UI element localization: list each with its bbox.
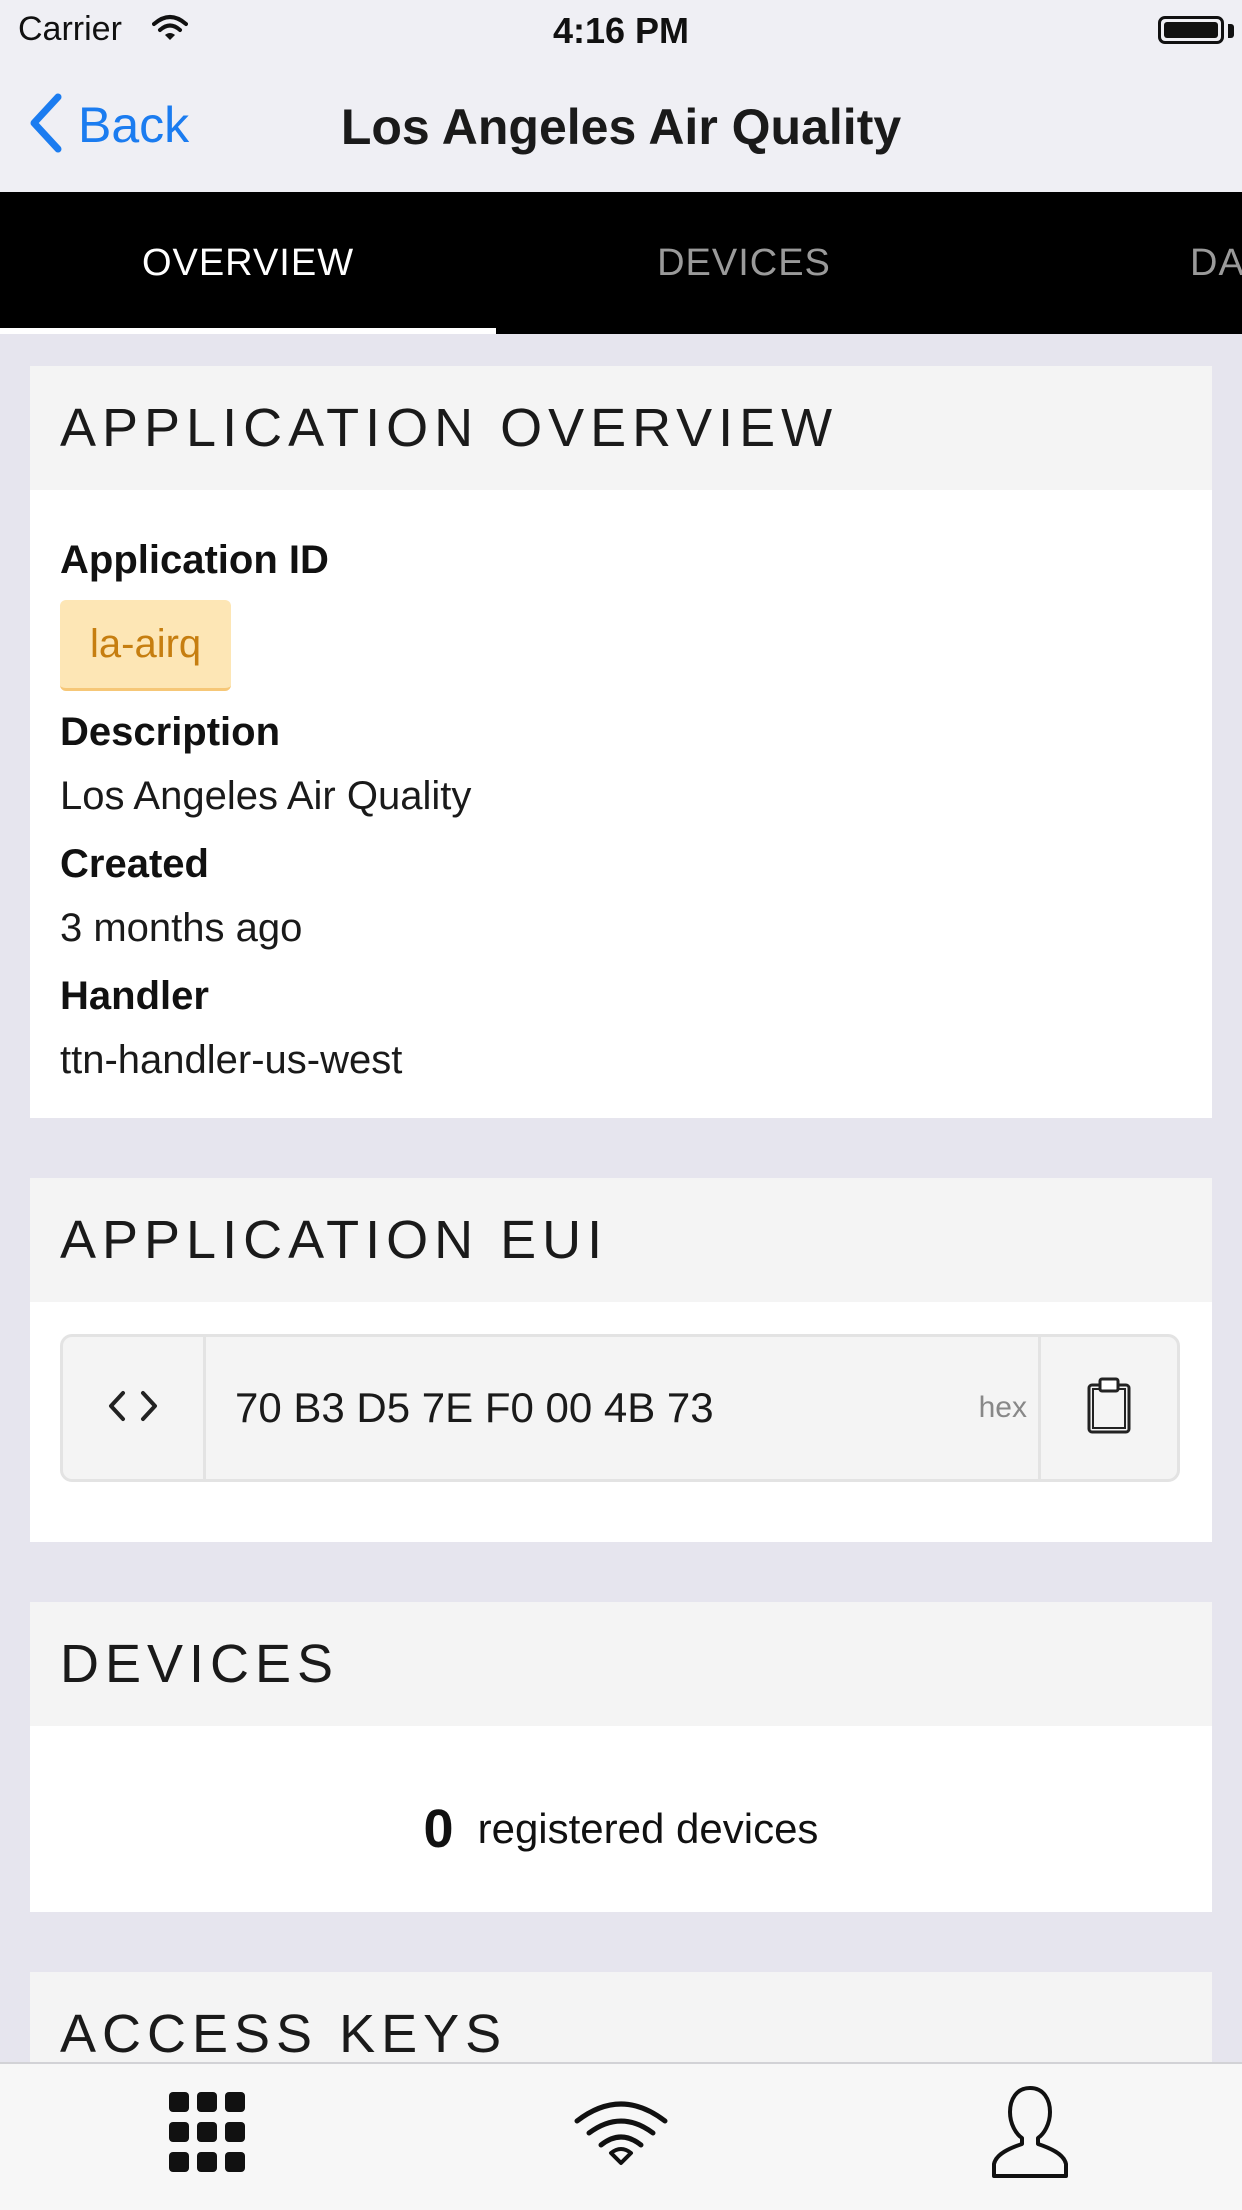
card-header: DEVICES: [30, 1602, 1212, 1726]
card-header: APPLICATION EUI: [30, 1178, 1212, 1302]
copy-button[interactable]: [1038, 1337, 1177, 1479]
clipboard-icon: [1085, 1377, 1133, 1440]
tab-devices[interactable]: DEVICES: [496, 192, 992, 334]
eui-field: 70 B3 D5 7E F0 00 4B 73 hex: [60, 1334, 1180, 1482]
page-title: Los Angeles Air Quality: [340, 99, 902, 155]
application-id-badge: la-airq: [60, 600, 232, 691]
created-label: Created: [60, 842, 209, 886]
battery-icon: [1158, 16, 1224, 44]
handler-label: Handler: [60, 974, 209, 1018]
handler-value: ttn-handler-us-west: [60, 1038, 403, 1082]
status-bar: Carrier 4:16 PM: [0, 0, 1242, 62]
created-value: 3 months ago: [60, 906, 303, 950]
battery-nub: [1228, 24, 1234, 38]
bottom-tab-bar: [0, 2062, 1242, 2210]
clock: 4:16 PM: [552, 10, 690, 51]
description-value: Los Angeles Air Quality: [60, 774, 472, 818]
tab-strip: OVERVIEW DEVICES DATA: [0, 192, 1242, 334]
code-brackets-icon: [107, 1389, 159, 1428]
card-header: APPLICATION OVERVIEW: [30, 366, 1212, 490]
eui-format-label: hex: [978, 1391, 1027, 1424]
application-overview-card: APPLICATION OVERVIEW Application ID la-a…: [30, 366, 1212, 1118]
application-id-label: Application ID: [60, 538, 329, 582]
profile-tab-button[interactable]: [970, 2084, 1090, 2184]
user-icon: [990, 2084, 1070, 2185]
toggle-format-button[interactable]: [63, 1337, 206, 1479]
tab-data[interactable]: DATA: [1190, 192, 1242, 334]
grid-icon: [169, 2090, 245, 2179]
devices-label: registered devices: [477, 1805, 819, 1852]
applications-tab-button[interactable]: [147, 2084, 267, 2184]
active-tab-indicator: [0, 328, 496, 334]
application-eui-card: APPLICATION EUI 70 B3 D5 7E F0 00 4B 73 …: [30, 1178, 1212, 1542]
gateways-tab-button[interactable]: [561, 2084, 681, 2184]
devices-count: 0: [423, 1799, 454, 1859]
devices-summary[interactable]: 0 registered devices: [30, 1798, 1212, 1860]
navigation-bar: Back Los Angeles Air Quality: [0, 62, 1242, 192]
eui-value[interactable]: 70 B3 D5 7E F0 00 4B 73: [235, 1337, 714, 1479]
description-label: Description: [60, 710, 281, 754]
wifi-icon: [573, 2097, 669, 2172]
devices-card: DEVICES 0 registered devices: [30, 1602, 1212, 1912]
tab-overview[interactable]: OVERVIEW: [0, 192, 496, 334]
